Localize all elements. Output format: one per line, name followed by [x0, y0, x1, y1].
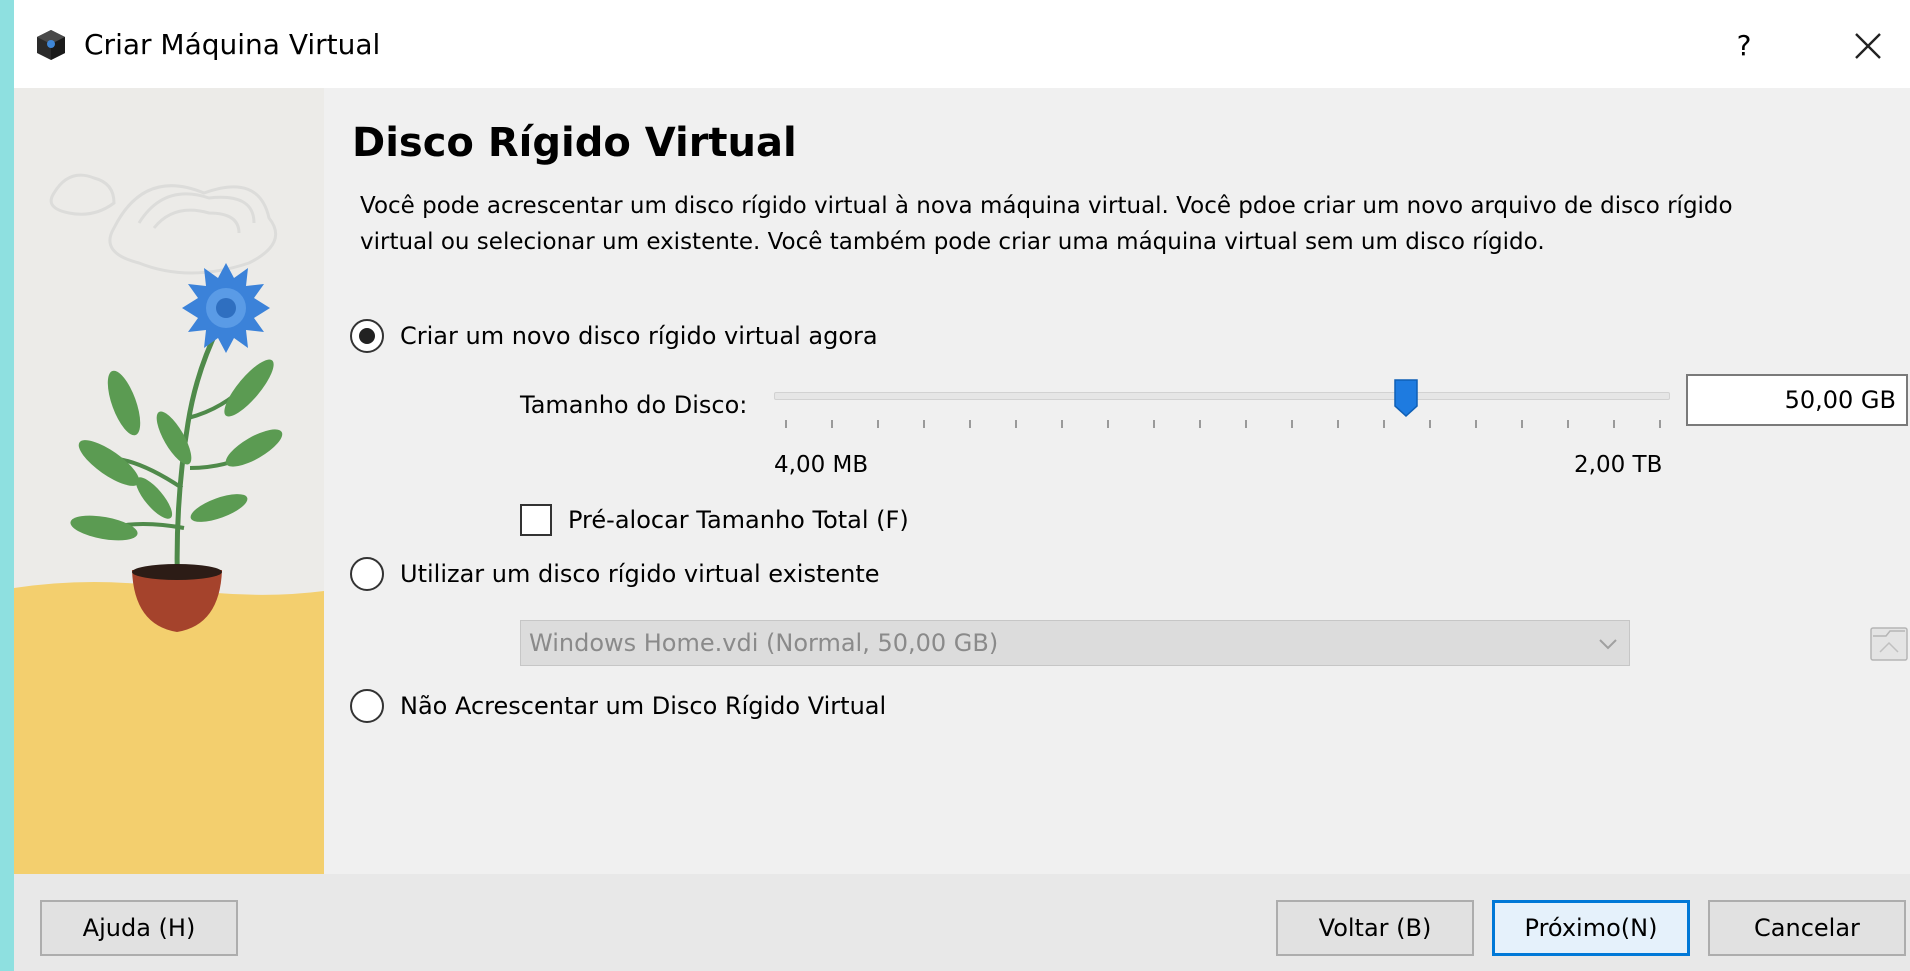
window-title: Criar Máquina Virtual [84, 28, 381, 61]
slider-tick [1567, 420, 1569, 428]
preallocate-label: Pré-alocar Tamanho Total (F) [568, 506, 909, 534]
help-button-footer[interactable]: Ajuda (H) [40, 900, 238, 956]
chevron-down-icon [1599, 639, 1617, 650]
next-button[interactable]: Próximo(N) [1492, 900, 1690, 956]
slider-max-label: 2,00 TB [1574, 452, 1663, 478]
button-bar: Ajuda (H) Voltar (B) Próximo(N) Cancelar [14, 874, 1910, 971]
slider-tick [1107, 420, 1109, 428]
slider-tick [1659, 420, 1661, 428]
disk-size-slider[interactable] [774, 378, 1674, 438]
page-description: Você pode acrescentar um disco rígido vi… [360, 193, 1733, 255]
slider-tick [1061, 420, 1063, 428]
option-create-new[interactable]: Criar um novo disco rígido virtual agora [350, 316, 878, 356]
slider-min-label: 4,00 MB [774, 452, 869, 478]
disk-size-input[interactable] [1686, 374, 1908, 426]
use-existing-label: Utilizar um disco rígido virtual existen… [400, 560, 880, 588]
create-new-radio[interactable] [350, 319, 384, 353]
slider-tick [1153, 420, 1155, 428]
wizard-illustration [14, 88, 324, 874]
slider-tick [785, 420, 787, 428]
slider-tick [1291, 420, 1293, 428]
wizard-page: Disco Rígido Virtual Você pode acrescent… [324, 88, 1910, 874]
slider-tick [1383, 420, 1385, 428]
slider-tick [1015, 420, 1017, 428]
slider-tick [1521, 420, 1523, 428]
slider-tick [1613, 420, 1615, 428]
disk-size-label: Tamanho do Disco: [520, 391, 748, 419]
virtualbox-icon [37, 30, 65, 60]
slider-handle[interactable] [1393, 378, 1419, 418]
no-disk-radio[interactable] [350, 689, 384, 723]
slider-tick [877, 420, 879, 428]
slider-track [774, 392, 1670, 400]
page-title: Disco Rígido Virtual [352, 120, 797, 166]
slider-tick [1429, 420, 1431, 428]
preallocate-checkbox[interactable] [520, 504, 552, 536]
close-icon[interactable] [1850, 28, 1886, 64]
help-button[interactable]: ? [1724, 26, 1764, 66]
slider-tick [969, 420, 971, 428]
existing-disk-value: Windows Home.vdi (Normal, 50,00 GB) [529, 629, 999, 657]
option-no-disk[interactable]: Não Acrescentar um Disco Rígido Virtual [350, 686, 886, 726]
back-button[interactable]: Voltar (B) [1276, 900, 1474, 956]
preallocate-option[interactable]: Pré-alocar Tamanho Total (F) [520, 500, 909, 540]
slider-tick [923, 420, 925, 428]
slider-tick [1245, 420, 1247, 428]
dialog-window: Criar Máquina Virtual ? Disco Rígido Vir… [14, 0, 1910, 971]
slider-tick [1475, 420, 1477, 428]
slider-tick [831, 420, 833, 428]
existing-disk-select: Windows Home.vdi (Normal, 50,00 GB) [520, 620, 1630, 666]
option-use-existing[interactable]: Utilizar um disco rígido virtual existen… [350, 554, 880, 594]
cancel-button[interactable]: Cancelar [1708, 900, 1906, 956]
title-bar: Criar Máquina Virtual ? [14, 0, 1910, 88]
slider-tick [1337, 420, 1339, 428]
no-disk-label: Não Acrescentar um Disco Rígido Virtual [400, 692, 887, 720]
create-new-label: Criar um novo disco rígido virtual agora [400, 322, 878, 350]
slider-tick [1199, 420, 1201, 428]
folder-browse-icon [1870, 627, 1908, 661]
use-existing-radio[interactable] [350, 557, 384, 591]
